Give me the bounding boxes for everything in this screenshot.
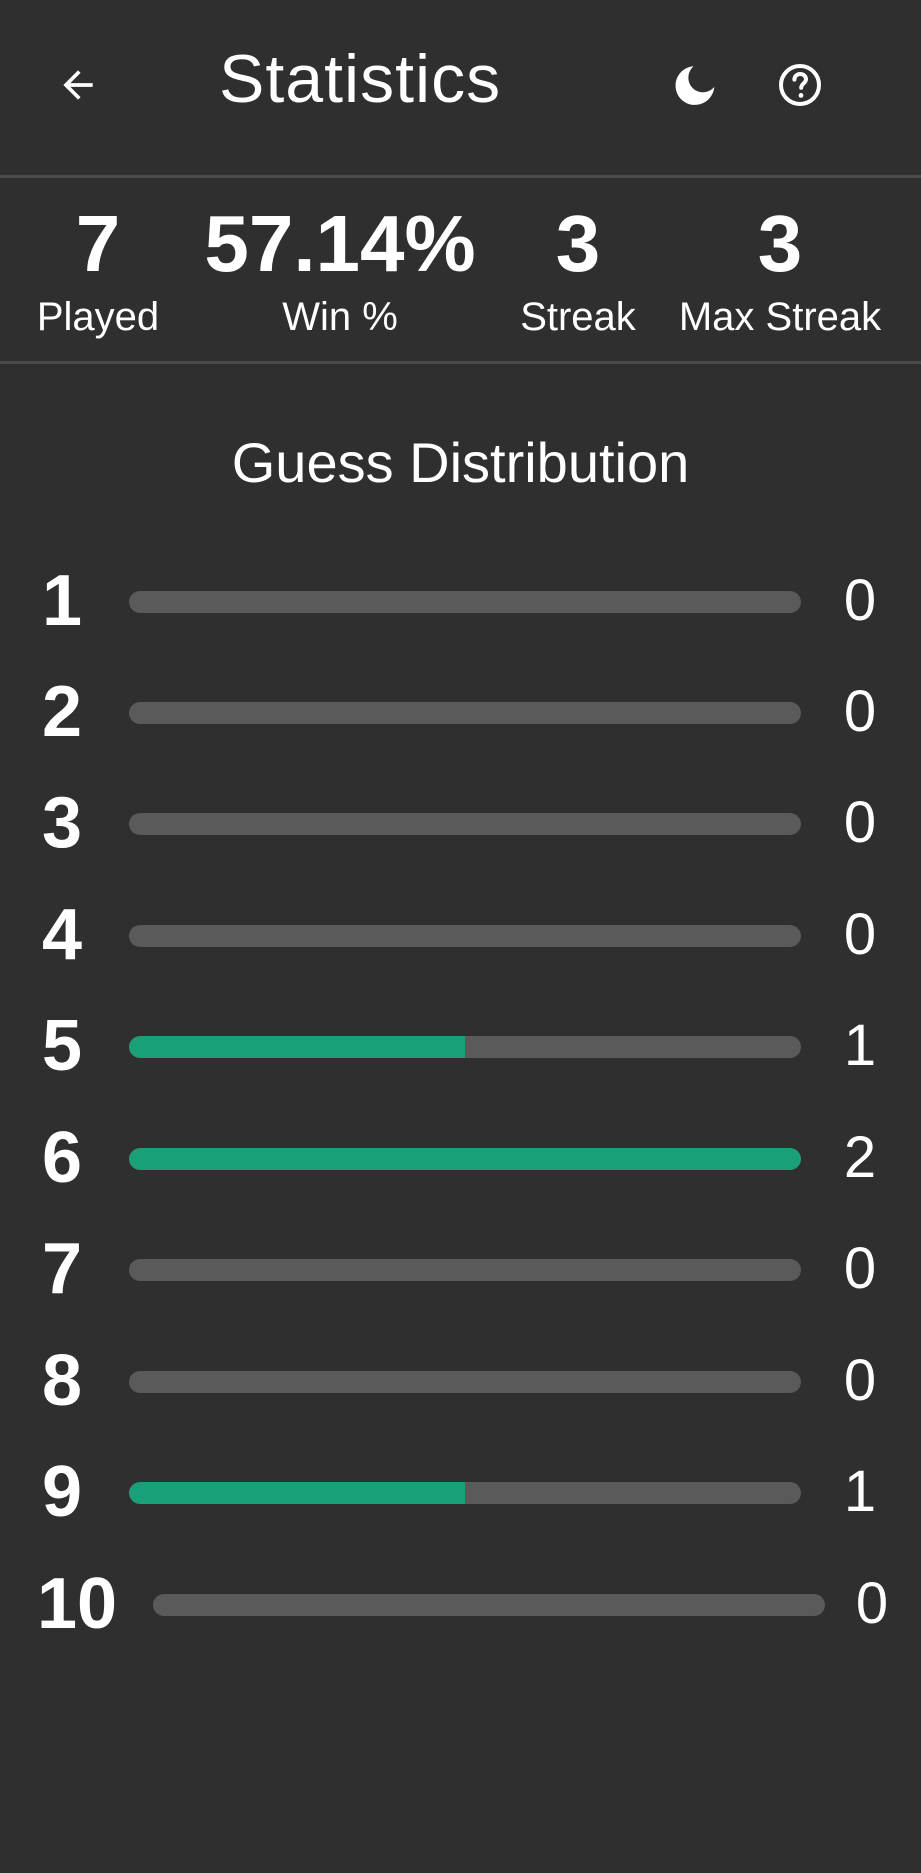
guess-count: 0 (843, 1236, 877, 1301)
stat-played: 7 Played (30, 198, 166, 342)
distribution-bar (153, 1594, 825, 1616)
guess-number: 5 (41, 1006, 83, 1086)
guess-number: 9 (41, 1452, 83, 1532)
distribution-bar (129, 813, 801, 835)
guess-number: 3 (41, 783, 83, 863)
distribution-title: Guess Distribution (231, 431, 690, 494)
guess-count: 0 (843, 1348, 877, 1413)
stat-max-streak-value: 3 (757, 199, 803, 288)
distribution-row: 7 0 (0, 1224, 921, 1314)
distribution-row: 4 0 (0, 890, 921, 980)
guess-number: 6 (41, 1118, 83, 1198)
stat-max-streak: 3 Max Streak (670, 198, 890, 342)
guess-number: 4 (41, 895, 83, 975)
guess-number: 1 (41, 561, 83, 641)
distribution-bar (129, 925, 801, 947)
guess-count: 0 (843, 679, 877, 744)
guess-number: 7 (41, 1229, 83, 1309)
guess-count: 2 (843, 1125, 877, 1190)
help-button[interactable] (760, 45, 840, 125)
moon-icon (675, 66, 715, 105)
stat-streak-value: 3 (555, 199, 601, 288)
help-circle-icon (779, 64, 821, 106)
distribution-row: 9 1 (0, 1447, 921, 1537)
guess-number: 8 (41, 1341, 83, 1421)
page-title: Statistics (219, 41, 502, 117)
distribution-row: 5 1 (0, 1001, 921, 1091)
guess-count: 0 (843, 902, 877, 967)
header: Statistics (0, 0, 921, 178)
guess-count: 1 (843, 1013, 877, 1078)
stat-streak: 3 Streak (510, 198, 646, 342)
header-divider (0, 175, 921, 178)
distribution-bar-fill (129, 1036, 465, 1058)
distribution-row: 8 0 (0, 1336, 921, 1426)
stat-win-value: 57.14% (204, 199, 476, 288)
stat-win-label: Win % (282, 295, 398, 339)
distribution-bar-fill (129, 1148, 801, 1170)
distribution-row: 6 2 (0, 1113, 921, 1203)
distribution-bar (129, 1036, 801, 1058)
distribution-bar (129, 1371, 801, 1393)
distribution-bar (129, 1482, 801, 1504)
guess-number: 10 (36, 1564, 118, 1644)
guess-count: 0 (843, 568, 877, 633)
stat-played-value: 7 (75, 199, 121, 288)
distribution-row: 10 0 (0, 1559, 921, 1649)
stats-divider (0, 361, 921, 364)
distribution-bar (129, 591, 801, 613)
guess-number: 2 (41, 672, 83, 752)
guess-count: 0 (855, 1571, 889, 1636)
distribution-bar (129, 702, 801, 724)
stat-max-streak-label: Max Streak (678, 295, 882, 339)
distribution-bar (129, 1259, 801, 1281)
arrow-left-icon (63, 70, 93, 100)
distribution-bar-fill (129, 1482, 465, 1504)
theme-toggle-button[interactable] (653, 45, 733, 125)
guess-count: 1 (843, 1459, 877, 1524)
stat-streak-label: Streak (520, 295, 636, 339)
guess-count: 0 (843, 790, 877, 855)
stat-win-percent: 57.14% Win % (190, 198, 490, 342)
distribution-bar (129, 1148, 801, 1170)
back-button[interactable] (38, 45, 118, 125)
stat-played-label: Played (36, 295, 160, 339)
distribution-row: 1 0 (0, 556, 921, 646)
distribution-row: 3 0 (0, 778, 921, 868)
distribution-row: 2 0 (0, 667, 921, 757)
